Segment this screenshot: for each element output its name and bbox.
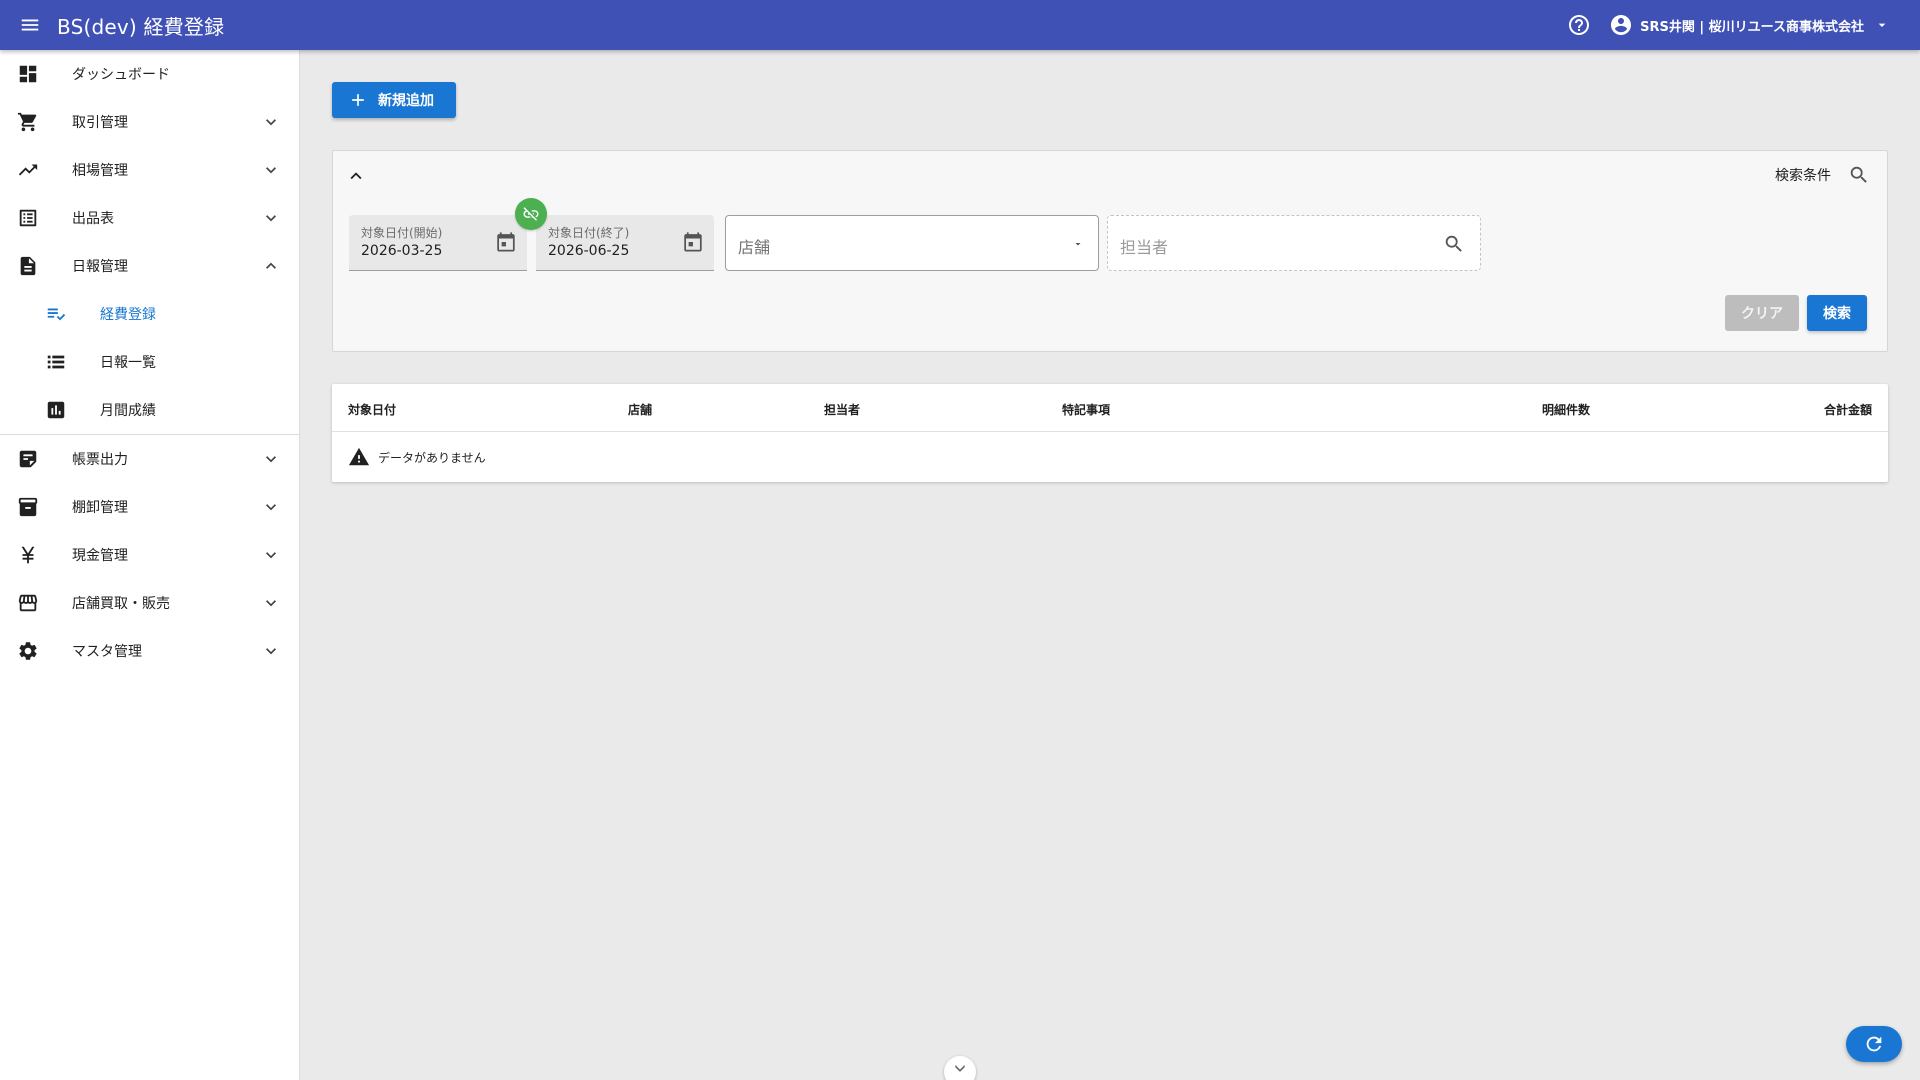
- date-end-field[interactable]: 対象日付(終了) 2026-06-25: [536, 215, 714, 271]
- sidebar-item-daily-report[interactable]: 日報管理: [0, 242, 299, 290]
- add-new-label: 新規追加: [378, 93, 434, 109]
- sidebar: ダッシュボード 取引管理 相場管理 出品表 日報管理 経費登録 日報一覧 月間成…: [0, 50, 300, 1080]
- search-button[interactable]: 検索: [1807, 295, 1867, 331]
- arrow-drop-down-icon: [1874, 17, 1890, 33]
- assessment-icon: [44, 398, 68, 422]
- sidebar-item-transactions[interactable]: 取引管理: [0, 98, 299, 146]
- chevron-down-icon: [261, 593, 281, 613]
- search-panel: 検索条件 対象日付(開始) 2026-03-25 対象日付(終了) 2026-0…: [332, 150, 1888, 352]
- sidebar-item-dashboard[interactable]: ダッシュボード: [0, 50, 299, 98]
- chevron-down-icon: [261, 497, 281, 517]
- view-list-icon: [44, 350, 68, 374]
- sidebar-subitem-expense-entry[interactable]: 経費登録: [0, 290, 299, 338]
- sidebar-item-cash[interactable]: 現金管理: [0, 531, 299, 579]
- sidebar-item-master[interactable]: マスタ管理: [0, 627, 299, 675]
- date-end-value: 2026-06-25: [548, 243, 630, 259]
- empty-message-row: データがありません: [348, 446, 486, 468]
- sidebar-subitem-label: 月間成績: [100, 403, 156, 419]
- archive-icon: [16, 495, 40, 519]
- sidebar-subitem-label: 日報一覧: [100, 355, 156, 371]
- menu-icon[interactable]: [15, 10, 45, 40]
- sidebar-item-label: 棚卸管理: [72, 500, 128, 516]
- sidebar-item-label: 取引管理: [72, 115, 128, 131]
- sidebar-item-label: 現金管理: [72, 548, 128, 564]
- refresh-button[interactable]: [1846, 1026, 1902, 1062]
- date-start-field[interactable]: 対象日付(開始) 2026-03-25: [349, 215, 527, 271]
- plus-icon: [348, 90, 368, 110]
- page-title: BS(dev) 経費登録: [57, 14, 225, 39]
- scroll-down-button[interactable]: [944, 1056, 976, 1080]
- chevron-up-icon: [261, 256, 281, 276]
- results-table: 対象日付 店舗 担当者 特記事項 明細件数 合計金額 データがありません: [332, 384, 1888, 482]
- settings-icon: [16, 639, 40, 663]
- column-header-detail-count[interactable]: 明細件数: [1542, 401, 1590, 418]
- user-label: SRS井関 | 桜川リユース商事株式会社: [1640, 19, 1864, 35]
- account-circle-icon: [1608, 12, 1634, 38]
- column-header-date[interactable]: 対象日付: [348, 401, 396, 418]
- column-header-staff[interactable]: 担当者: [824, 401, 860, 418]
- chevron-down-icon: [261, 449, 281, 469]
- warning-icon: [348, 446, 370, 468]
- chevron-up-icon: [350, 172, 362, 180]
- sidebar-item-label: 日報管理: [72, 259, 128, 275]
- sidebar-item-listing[interactable]: 出品表: [0, 194, 299, 242]
- chevron-down-icon: [261, 160, 281, 180]
- table-header: 対象日付 店舗 担当者 特記事項 明細件数 合計金額: [332, 384, 1888, 432]
- search-icon[interactable]: [1442, 232, 1466, 256]
- store-placeholder: 店舗: [738, 238, 771, 257]
- dashboard-icon: [16, 62, 40, 86]
- edit-note-icon: [44, 302, 68, 326]
- yen-icon: [16, 543, 40, 567]
- date-start-value: 2026-03-25: [361, 243, 443, 259]
- sidebar-item-inventory[interactable]: 棚卸管理: [0, 483, 299, 531]
- sidebar-item-market[interactable]: 相場管理: [0, 146, 299, 194]
- column-header-notes[interactable]: 特記事項: [1062, 401, 1110, 418]
- staff-input[interactable]: 担当者: [1107, 215, 1481, 271]
- collapse-toggle[interactable]: [343, 163, 369, 189]
- double-chevron-down-icon: [955, 1064, 965, 1072]
- sidebar-item-label: ダッシュボード: [72, 67, 170, 83]
- sidebar-item-label: 帳票出力: [72, 452, 128, 468]
- empty-message: データがありません: [378, 450, 486, 465]
- link-off-icon[interactable]: [515, 198, 547, 230]
- note-icon: [16, 447, 40, 471]
- column-header-total[interactable]: 合計金額: [1824, 401, 1872, 418]
- chevron-down-icon: [261, 545, 281, 565]
- sidebar-subitem-label: 経費登録: [100, 307, 156, 323]
- sidebar-item-label: マスタ管理: [72, 644, 142, 660]
- date-start-label: 対象日付(開始): [361, 226, 443, 240]
- trending-up-icon: [16, 158, 40, 182]
- sidebar-item-forms[interactable]: 帳票出力: [0, 435, 299, 483]
- date-end-label: 対象日付(終了): [548, 226, 630, 240]
- user-menu[interactable]: SRS井関 | 桜川リユース商事株式会社: [1608, 12, 1890, 38]
- arrow-drop-down-icon: [1072, 238, 1084, 250]
- sidebar-item-label: 相場管理: [72, 163, 128, 179]
- chevron-down-icon: [261, 641, 281, 661]
- description-icon: [16, 254, 40, 278]
- app-bar: BS(dev) 経費登録 SRS井関 | 桜川リユース商事株式会社: [0, 0, 1920, 50]
- sidebar-subitem-report-list[interactable]: 日報一覧: [0, 338, 299, 386]
- store-icon: [16, 591, 40, 615]
- sidebar-item-store[interactable]: 店舗買取・販売: [0, 579, 299, 627]
- calendar-icon[interactable]: [495, 231, 517, 253]
- sidebar-item-label: 店舗買取・販売: [72, 596, 170, 612]
- search-conditions-label: 検索条件: [1775, 168, 1831, 184]
- cart-icon: [16, 110, 40, 134]
- staff-placeholder: 担当者: [1120, 238, 1169, 257]
- search-icon[interactable]: [1847, 163, 1871, 187]
- clear-button[interactable]: クリア: [1725, 295, 1799, 331]
- sidebar-subitem-monthly-results[interactable]: 月間成績: [0, 386, 299, 434]
- calendar-icon[interactable]: [682, 231, 704, 253]
- list-alt-icon: [16, 206, 40, 230]
- add-new-button[interactable]: 新規追加: [332, 82, 456, 118]
- store-select[interactable]: 店舗: [725, 215, 1099, 271]
- column-header-store[interactable]: 店舗: [628, 401, 652, 418]
- refresh-icon: [1866, 1036, 1882, 1052]
- chevron-down-icon: [261, 208, 281, 228]
- sidebar-item-label: 出品表: [72, 211, 114, 227]
- help-icon[interactable]: [1564, 10, 1594, 40]
- chevron-down-icon: [261, 112, 281, 132]
